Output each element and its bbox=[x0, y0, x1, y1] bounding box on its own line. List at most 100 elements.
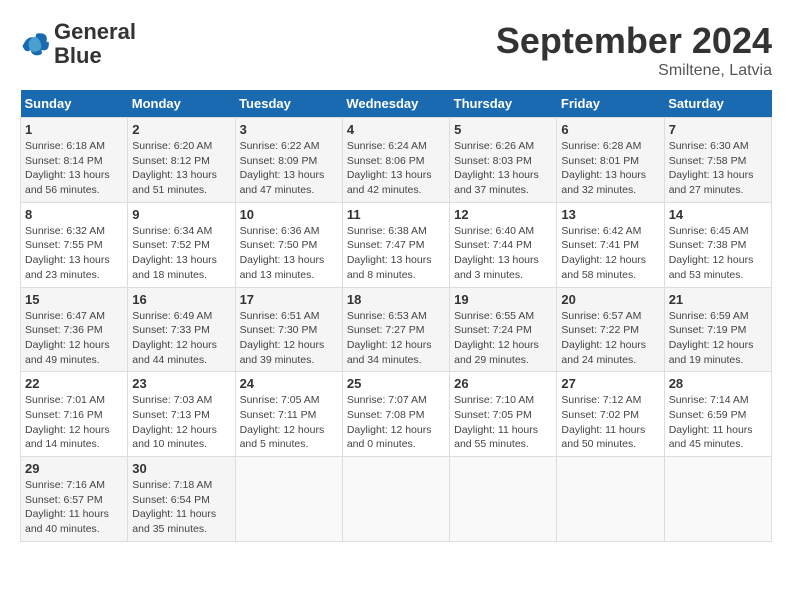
calendar-cell bbox=[664, 457, 771, 542]
day-number: 3 bbox=[240, 122, 338, 137]
day-number: 6 bbox=[561, 122, 659, 137]
day-number: 17 bbox=[240, 292, 338, 307]
calendar-cell: 29 Sunrise: 7:16 AM Sunset: 6:57 PM Dayli… bbox=[21, 457, 128, 542]
day-detail: Sunrise: 6:49 AM Sunset: 7:33 PM Dayligh… bbox=[132, 309, 230, 368]
logo-line1: General bbox=[54, 20, 136, 44]
weekday-header-row: SundayMondayTuesdayWednesdayThursdayFrid… bbox=[21, 90, 772, 118]
day-detail: Sunrise: 6:47 AM Sunset: 7:36 PM Dayligh… bbox=[25, 309, 123, 368]
logo-line2: Blue bbox=[54, 44, 136, 68]
day-detail: Sunrise: 6:20 AM Sunset: 8:12 PM Dayligh… bbox=[132, 139, 230, 198]
calendar-cell bbox=[450, 457, 557, 542]
calendar-week-2: 8 Sunrise: 6:32 AM Sunset: 7:55 PM Daylig… bbox=[21, 202, 772, 287]
logo-icon bbox=[20, 29, 50, 59]
day-number: 19 bbox=[454, 292, 552, 307]
weekday-header-wednesday: Wednesday bbox=[342, 90, 449, 118]
calendar-cell bbox=[235, 457, 342, 542]
day-number: 5 bbox=[454, 122, 552, 137]
day-detail: Sunrise: 7:03 AM Sunset: 7:13 PM Dayligh… bbox=[132, 393, 230, 452]
calendar-cell: 15 Sunrise: 6:47 AM Sunset: 7:36 PM Dayli… bbox=[21, 287, 128, 372]
calendar-cell: 22 Sunrise: 7:01 AM Sunset: 7:16 PM Dayli… bbox=[21, 372, 128, 457]
day-number: 14 bbox=[669, 207, 767, 222]
day-detail: Sunrise: 6:57 AM Sunset: 7:22 PM Dayligh… bbox=[561, 309, 659, 368]
day-detail: Sunrise: 7:12 AM Sunset: 7:02 PM Dayligh… bbox=[561, 393, 659, 452]
calendar-cell: 13Sunrise: 6:42 AM Sunset: 7:41 PM Dayli… bbox=[557, 202, 664, 287]
title-block: September 2024 Smiltene, Latvia bbox=[496, 20, 772, 80]
calendar-cell: 28 Sunrise: 7:14 AM Sunset: 6:59 PM Dayli… bbox=[664, 372, 771, 457]
day-detail: Sunrise: 7:14 AM Sunset: 6:59 PM Dayligh… bbox=[669, 393, 767, 452]
page-header: General Blue September 2024 Smiltene, La… bbox=[20, 20, 772, 80]
day-number: 30 bbox=[132, 461, 230, 476]
day-number: 25 bbox=[347, 376, 445, 391]
calendar-table: SundayMondayTuesdayWednesdayThursdayFrid… bbox=[20, 90, 772, 542]
day-detail: Sunrise: 6:51 AM Sunset: 7:30 PM Dayligh… bbox=[240, 309, 338, 368]
calendar-cell: 24 Sunrise: 7:05 AM Sunset: 7:11 PM Dayli… bbox=[235, 372, 342, 457]
day-number: 16 bbox=[132, 292, 230, 307]
calendar-cell: 21Sunrise: 6:59 AM Sunset: 7:19 PM Dayli… bbox=[664, 287, 771, 372]
page-subtitle: Smiltene, Latvia bbox=[496, 62, 772, 80]
day-detail: Sunrise: 6:45 AM Sunset: 7:38 PM Dayligh… bbox=[669, 224, 767, 283]
calendar-cell: 26 Sunrise: 7:10 AM Sunset: 7:05 PM Dayli… bbox=[450, 372, 557, 457]
day-detail: Sunrise: 7:05 AM Sunset: 7:11 PM Dayligh… bbox=[240, 393, 338, 452]
day-number: 8 bbox=[25, 207, 123, 222]
day-number: 12 bbox=[454, 207, 552, 222]
calendar-cell: 2 Sunrise: 6:20 AM Sunset: 8:12 PM Daylig… bbox=[128, 118, 235, 203]
day-number: 24 bbox=[240, 376, 338, 391]
day-detail: Sunrise: 6:26 AM Sunset: 8:03 PM Dayligh… bbox=[454, 139, 552, 198]
day-number: 29 bbox=[25, 461, 123, 476]
calendar-cell: 23Sunrise: 7:03 AM Sunset: 7:13 PM Dayli… bbox=[128, 372, 235, 457]
calendar-cell: 18 Sunrise: 6:53 AM Sunset: 7:27 PM Dayli… bbox=[342, 287, 449, 372]
calendar-week-3: 15 Sunrise: 6:47 AM Sunset: 7:36 PM Dayli… bbox=[21, 287, 772, 372]
weekday-header-saturday: Saturday bbox=[664, 90, 771, 118]
logo: General Blue bbox=[20, 20, 136, 68]
calendar-cell: 25 Sunrise: 7:07 AM Sunset: 7:08 PM Dayli… bbox=[342, 372, 449, 457]
weekday-header-sunday: Sunday bbox=[21, 90, 128, 118]
calendar-week-1: 1Sunrise: 6:18 AM Sunset: 8:14 PM Daylig… bbox=[21, 118, 772, 203]
calendar-cell: 17 Sunrise: 6:51 AM Sunset: 7:30 PM Dayli… bbox=[235, 287, 342, 372]
day-number: 26 bbox=[454, 376, 552, 391]
day-detail: Sunrise: 6:53 AM Sunset: 7:27 PM Dayligh… bbox=[347, 309, 445, 368]
day-detail: Sunrise: 6:55 AM Sunset: 7:24 PM Dayligh… bbox=[454, 309, 552, 368]
calendar-cell: 5 Sunrise: 6:26 AM Sunset: 8:03 PM Daylig… bbox=[450, 118, 557, 203]
day-detail: Sunrise: 6:24 AM Sunset: 8:06 PM Dayligh… bbox=[347, 139, 445, 198]
day-number: 2 bbox=[132, 122, 230, 137]
day-detail: Sunrise: 6:30 AM Sunset: 7:58 PM Dayligh… bbox=[669, 139, 767, 198]
day-detail: Sunrise: 6:32 AM Sunset: 7:55 PM Dayligh… bbox=[25, 224, 123, 283]
calendar-cell: 1Sunrise: 6:18 AM Sunset: 8:14 PM Daylig… bbox=[21, 118, 128, 203]
day-detail: Sunrise: 6:36 AM Sunset: 7:50 PM Dayligh… bbox=[240, 224, 338, 283]
day-detail: Sunrise: 7:16 AM Sunset: 6:57 PM Dayligh… bbox=[25, 478, 123, 537]
weekday-header-thursday: Thursday bbox=[450, 90, 557, 118]
calendar-cell bbox=[557, 457, 664, 542]
day-number: 20 bbox=[561, 292, 659, 307]
calendar-cell: 9 Sunrise: 6:34 AM Sunset: 7:52 PM Daylig… bbox=[128, 202, 235, 287]
day-number: 1 bbox=[25, 122, 123, 137]
calendar-cell: 16 Sunrise: 6:49 AM Sunset: 7:33 PM Dayli… bbox=[128, 287, 235, 372]
calendar-cell: 6Sunrise: 6:28 AM Sunset: 8:01 PM Daylig… bbox=[557, 118, 664, 203]
day-number: 15 bbox=[25, 292, 123, 307]
page-title: September 2024 bbox=[496, 20, 772, 62]
weekday-header-monday: Monday bbox=[128, 90, 235, 118]
day-number: 4 bbox=[347, 122, 445, 137]
calendar-cell bbox=[342, 457, 449, 542]
day-number: 22 bbox=[25, 376, 123, 391]
day-detail: Sunrise: 7:07 AM Sunset: 7:08 PM Dayligh… bbox=[347, 393, 445, 452]
day-detail: Sunrise: 7:01 AM Sunset: 7:16 PM Dayligh… bbox=[25, 393, 123, 452]
calendar-cell: 8 Sunrise: 6:32 AM Sunset: 7:55 PM Daylig… bbox=[21, 202, 128, 287]
calendar-cell: 4 Sunrise: 6:24 AM Sunset: 8:06 PM Daylig… bbox=[342, 118, 449, 203]
calendar-cell: 12Sunrise: 6:40 AM Sunset: 7:44 PM Dayli… bbox=[450, 202, 557, 287]
day-number: 21 bbox=[669, 292, 767, 307]
day-detail: Sunrise: 7:10 AM Sunset: 7:05 PM Dayligh… bbox=[454, 393, 552, 452]
day-number: 28 bbox=[669, 376, 767, 391]
calendar-cell: 19 Sunrise: 6:55 AM Sunset: 7:24 PM Dayli… bbox=[450, 287, 557, 372]
day-number: 18 bbox=[347, 292, 445, 307]
day-detail: Sunrise: 6:22 AM Sunset: 8:09 PM Dayligh… bbox=[240, 139, 338, 198]
weekday-header-friday: Friday bbox=[557, 90, 664, 118]
day-number: 9 bbox=[132, 207, 230, 222]
calendar-cell: 11Sunrise: 6:38 AM Sunset: 7:47 PM Dayli… bbox=[342, 202, 449, 287]
day-number: 13 bbox=[561, 207, 659, 222]
day-number: 27 bbox=[561, 376, 659, 391]
calendar-week-4: 22 Sunrise: 7:01 AM Sunset: 7:16 PM Dayli… bbox=[21, 372, 772, 457]
weekday-header-tuesday: Tuesday bbox=[235, 90, 342, 118]
day-detail: Sunrise: 6:34 AM Sunset: 7:52 PM Dayligh… bbox=[132, 224, 230, 283]
calendar-cell: 20 Sunrise: 6:57 AM Sunset: 7:22 PM Dayli… bbox=[557, 287, 664, 372]
calendar-cell: 3 Sunrise: 6:22 AM Sunset: 8:09 PM Daylig… bbox=[235, 118, 342, 203]
